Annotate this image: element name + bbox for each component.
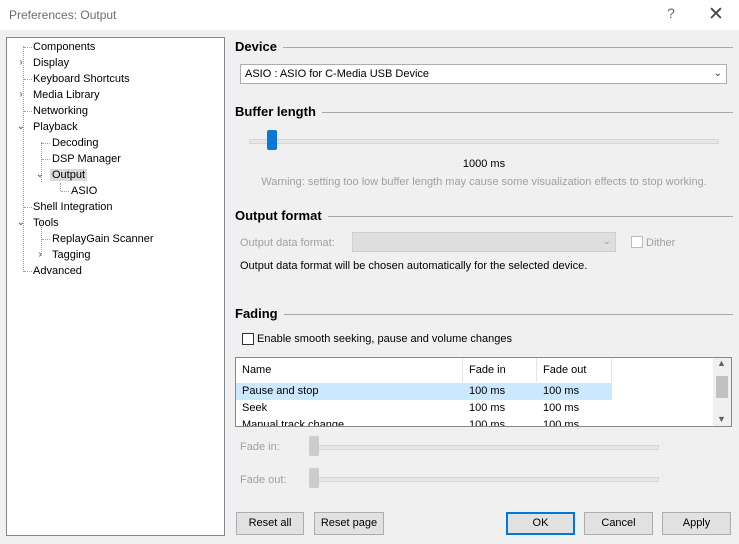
device-select[interactable]: ASIO : ASIO for C-Media USB Device ⌄ xyxy=(240,64,727,84)
tree-item-label: DSP Manager xyxy=(52,153,121,165)
row-fade-in: 100 ms xyxy=(469,419,506,427)
apply-button[interactable]: Apply xyxy=(662,512,731,535)
scroll-down-icon[interactable]: ▼ xyxy=(717,414,726,424)
tree-item-decoding[interactable]: Decoding xyxy=(50,135,100,151)
window-title: Preferences: Output xyxy=(9,8,117,22)
list-item[interactable]: Manual track change 100 ms 100 ms xyxy=(236,417,612,427)
tree-item-label: Media Library xyxy=(33,89,100,101)
dropdown-arrow-icon: ⌄ xyxy=(602,236,611,247)
dither-label: Dither xyxy=(646,237,676,249)
cancel-button[interactable]: Cancel xyxy=(584,512,653,535)
chevron-right-icon[interactable]: › xyxy=(35,250,45,260)
output-data-format-select[interactable]: ⌄ xyxy=(352,232,616,252)
preferences-tree[interactable]: Components › Display Keyboard Shortcuts … xyxy=(6,37,225,536)
tree-item-label: ReplayGain Scanner xyxy=(52,233,154,245)
output-data-format-label: Output data format: xyxy=(240,237,335,249)
scroll-up-icon[interactable]: ▲ xyxy=(717,358,726,368)
tree-item-label: Components xyxy=(33,41,96,53)
tree-item-playback[interactable]: Playback xyxy=(31,119,80,135)
column-header-fade-in[interactable]: Fade in xyxy=(463,358,537,382)
fade-out-slider[interactable] xyxy=(309,468,319,488)
section-divider xyxy=(235,314,733,315)
tree-item-dsp-manager[interactable]: DSP Manager xyxy=(50,151,123,167)
fade-in-slider[interactable] xyxy=(309,436,319,456)
tree-item-display[interactable]: Display xyxy=(31,55,71,71)
fade-in-track xyxy=(311,445,659,450)
fade-out-label: Fade out: xyxy=(240,474,287,486)
tree-item-label: Advanced xyxy=(33,265,82,277)
fading-list[interactable]: Name Fade in Fade out Pause and stop 100… xyxy=(235,357,732,427)
row-name: Pause and stop xyxy=(242,385,319,397)
help-icon[interactable]: ? xyxy=(663,5,679,21)
tree-item-tools[interactable]: Tools xyxy=(31,215,61,231)
buffer-length-track xyxy=(249,139,719,144)
output-format-heading: Output format xyxy=(235,208,328,223)
tree-guide xyxy=(60,183,61,191)
tree-item-label: Networking xyxy=(33,105,89,117)
list-item[interactable]: Pause and stop 100 ms 100 ms xyxy=(236,383,612,400)
tree-item-tagging[interactable]: Tagging xyxy=(50,247,93,263)
fade-out-track xyxy=(311,477,659,482)
tree-item-label: Output xyxy=(50,169,88,181)
chevron-down-icon[interactable]: ⌄ xyxy=(16,218,26,228)
section-divider xyxy=(235,47,733,48)
row-name: Manual track change xyxy=(242,419,345,427)
tree-item-advanced[interactable]: Advanced xyxy=(31,263,84,279)
dither-checkbox[interactable] xyxy=(631,236,643,248)
tree-item-label: Playback xyxy=(33,121,78,133)
close-icon[interactable]: ✕ xyxy=(704,3,728,26)
tree-item-label: Decoding xyxy=(52,137,99,149)
enable-fading-label: Enable smooth seeking, pause and volume … xyxy=(257,333,513,345)
tree-item-shell-integration[interactable]: Shell Integration xyxy=(31,199,115,215)
reset-all-button[interactable]: Reset all xyxy=(236,512,304,535)
output-format-info: Output data format will be chosen automa… xyxy=(240,260,588,272)
tree-item-networking[interactable]: Networking xyxy=(31,103,90,119)
reset-page-button[interactable]: Reset page xyxy=(314,512,384,535)
buffer-length-slider[interactable] xyxy=(267,130,277,150)
row-fade-out: 100 ms xyxy=(543,402,580,414)
tree-item-label: ASIO xyxy=(71,185,98,197)
tree-item-keyboard-shortcuts[interactable]: Keyboard Shortcuts xyxy=(31,71,132,87)
list-scrollbar[interactable]: ▲ ▼ xyxy=(713,358,731,426)
column-header-name[interactable]: Name xyxy=(236,358,463,382)
column-header-fade-out[interactable]: Fade out xyxy=(537,358,612,382)
ok-button[interactable]: OK xyxy=(506,512,575,535)
buffer-warning: Warning: setting too low buffer length m… xyxy=(261,176,707,188)
row-fade-out: 100 ms xyxy=(543,385,580,397)
tree-item-media-library[interactable]: Media Library xyxy=(31,87,102,103)
row-name: Seek xyxy=(242,402,268,414)
chevron-right-icon[interactable]: › xyxy=(16,90,26,100)
buffer-length-value: 1000 ms xyxy=(462,158,506,170)
buffer-length-heading: Buffer length xyxy=(235,104,322,119)
chevron-down-icon[interactable]: ⌄ xyxy=(16,122,26,132)
device-select-value: ASIO : ASIO for C-Media USB Device xyxy=(245,68,430,80)
tree-item-label: Tools xyxy=(33,217,59,229)
row-fade-in: 100 ms xyxy=(469,402,506,414)
fade-in-label: Fade in: xyxy=(240,441,280,453)
scrollbar-thumb[interactable] xyxy=(716,376,728,398)
row-fade-out: 100 ms xyxy=(543,419,580,427)
tree-item-label: Shell Integration xyxy=(33,201,113,213)
dropdown-arrow-icon: ⌄ xyxy=(713,68,722,79)
enable-fading-checkbox[interactable] xyxy=(242,333,254,345)
list-item[interactable]: Seek 100 ms 100 ms xyxy=(236,400,612,417)
tree-guide xyxy=(42,159,50,160)
tree-item-replaygain-scanner[interactable]: ReplayGain Scanner xyxy=(50,231,156,247)
tree-item-label: Keyboard Shortcuts xyxy=(33,73,130,85)
tree-item-label: Display xyxy=(33,57,70,69)
tree-item-label: Tagging xyxy=(52,249,91,261)
tree-guide xyxy=(42,143,50,144)
device-heading: Device xyxy=(235,39,283,54)
chevron-down-icon[interactable]: ⌄ xyxy=(35,170,45,180)
tree-item-components[interactable]: Components xyxy=(31,39,97,55)
fading-heading: Fading xyxy=(235,306,284,321)
tree-item-output[interactable]: Output xyxy=(50,167,88,183)
chevron-right-icon[interactable]: › xyxy=(16,58,26,68)
row-fade-in: 100 ms xyxy=(469,385,506,397)
tree-item-asio[interactable]: ASIO xyxy=(69,183,99,199)
tree-guide xyxy=(61,191,69,192)
tree-guide xyxy=(42,239,50,240)
